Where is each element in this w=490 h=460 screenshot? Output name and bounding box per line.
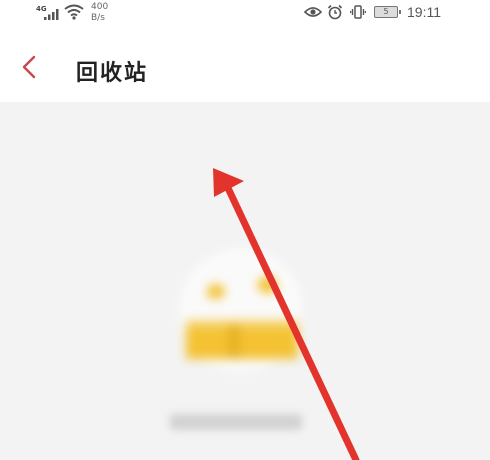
title-bar: 回收站	[0, 30, 490, 102]
empty-state-text	[170, 414, 302, 430]
page-title: 回收站	[76, 61, 149, 86]
status-bar: 4G 400 B/s 5 19:11	[0, 0, 490, 30]
network-speed-value: 400	[91, 2, 109, 12]
alarm-icon	[327, 4, 343, 20]
battery-icon: 5	[374, 6, 401, 18]
signal-strength-icon	[44, 9, 59, 20]
wifi-icon	[64, 4, 84, 20]
eye-icon	[304, 7, 322, 17]
vibrate-icon	[350, 5, 366, 19]
back-button[interactable]	[14, 52, 44, 82]
clock: 19:11	[407, 4, 441, 20]
network-speed: 400 B/s	[91, 2, 108, 24]
empty-recycle-bin-illustration	[179, 248, 303, 372]
recycle-bin-content	[0, 102, 490, 460]
network-speed-unit: B/s	[91, 13, 105, 23]
